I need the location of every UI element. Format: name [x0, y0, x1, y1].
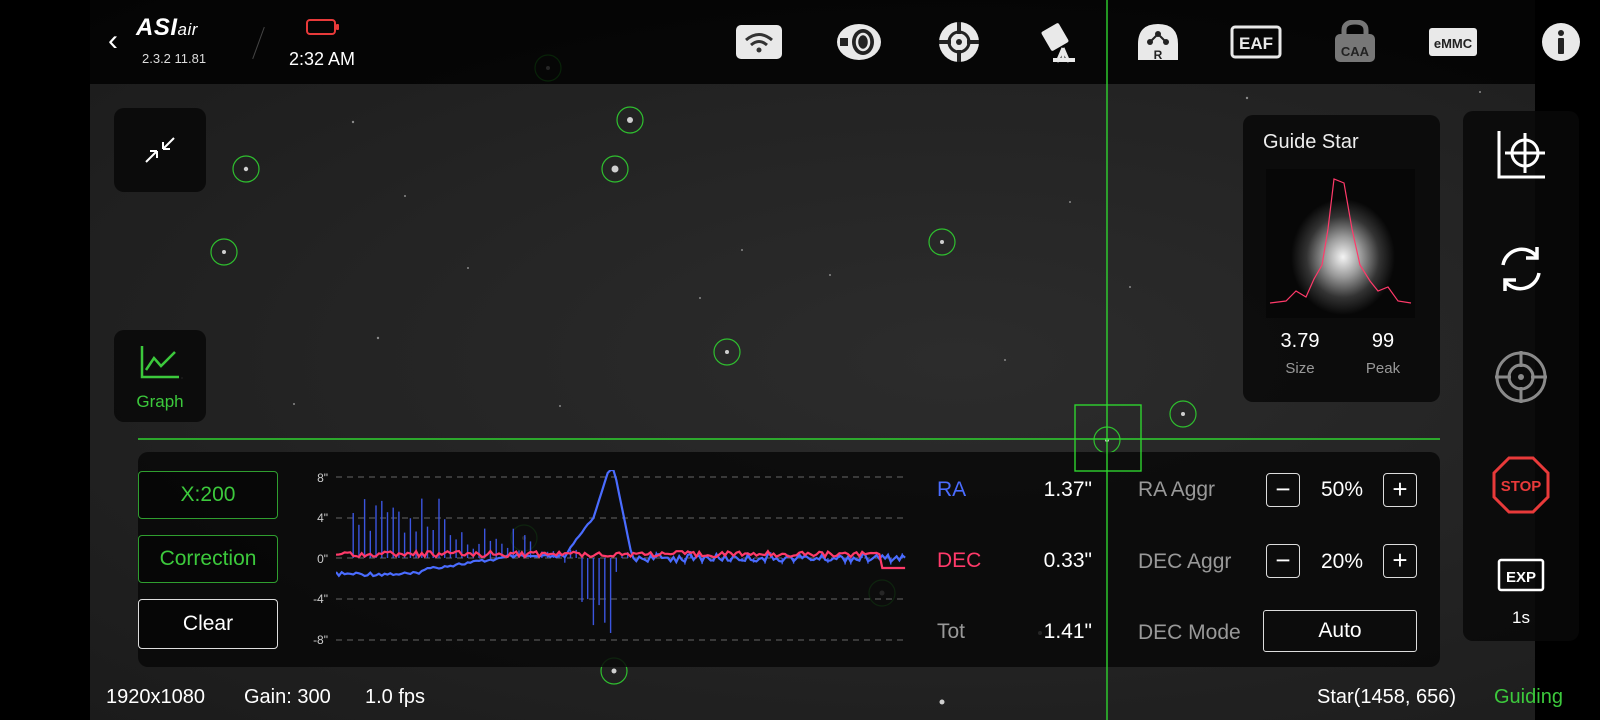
- svg-text:R: R: [1154, 48, 1163, 62]
- graph-toggle-button[interactable]: Graph: [114, 330, 206, 422]
- dec-mode-label: DEC Mode: [1138, 621, 1241, 644]
- wifi-icon[interactable]: [735, 20, 783, 64]
- ra-rms-value: 1.37": [1043, 478, 1092, 501]
- dec-aggr-decrease-button[interactable]: −: [1266, 544, 1300, 578]
- stop-button[interactable]: STOP: [1486, 450, 1556, 520]
- mount-icon[interactable]: [835, 20, 883, 64]
- r-device-icon[interactable]: R: [1134, 20, 1182, 64]
- telescope-icon[interactable]: [1038, 20, 1084, 64]
- battery-low-icon: [306, 19, 339, 35]
- guide-target-icon[interactable]: [935, 20, 983, 64]
- dec-rms-value: 0.33": [1043, 549, 1092, 572]
- collapse-arrows-icon: [145, 137, 175, 163]
- svg-text:STOP: STOP: [1501, 478, 1542, 495]
- collapse-view-button[interactable]: [114, 108, 206, 192]
- x-scale-button[interactable]: X:200: [138, 471, 278, 519]
- star-peak-value: 99: [1371, 330, 1395, 352]
- left-letterbox: [0, 0, 90, 720]
- guide-star-image: [1266, 169, 1415, 318]
- fps-readout: 1.0 fps: [365, 686, 426, 708]
- ra-aggr-increase-button[interactable]: +: [1383, 473, 1417, 507]
- exposure-button[interactable]: EXP: [1486, 552, 1556, 602]
- info-icon[interactable]: [1539, 20, 1583, 64]
- svg-text:eMMC: eMMC: [1434, 36, 1473, 51]
- guide-error-graph: [336, 470, 908, 641]
- y-tick-label: 0": [317, 552, 328, 566]
- dec-mode-select[interactable]: Auto: [1263, 610, 1417, 652]
- total-rms-value: 1.41": [1043, 620, 1092, 643]
- line-chart-icon: [140, 346, 179, 379]
- back-chevron-icon[interactable]: ‹: [108, 22, 134, 62]
- resolution-readout: 1920x1080: [106, 686, 205, 708]
- star-size-value: 3.79: [1280, 330, 1320, 352]
- y-tick-label: -4": [313, 592, 328, 606]
- app-version: 2.3.2 11.81: [142, 51, 207, 66]
- ra-aggressiveness-label: RA Aggr: [1138, 478, 1216, 501]
- y-tick-label: 8": [317, 471, 328, 485]
- top-toolbar: [90, 0, 1535, 84]
- y-tick-label: -8": [313, 633, 328, 647]
- dec-aggr-value: 20%: [1320, 550, 1364, 573]
- total-label: Tot: [937, 620, 966, 643]
- gain-readout: Gain: 300: [244, 686, 331, 708]
- guiding-status: Guiding: [1494, 686, 1563, 708]
- clock-time: 2:32 AM: [289, 49, 356, 69]
- y-tick-label: 4": [317, 511, 328, 525]
- dec-label: DEC: [937, 549, 982, 572]
- guide-crosshair-icon[interactable]: [1486, 342, 1556, 412]
- ra-correction-bars: [352, 498, 903, 633]
- dec-aggr-increase-button[interactable]: +: [1383, 544, 1417, 578]
- correction-toggle-button[interactable]: Correction: [138, 535, 278, 583]
- app-logo: ASIair: [136, 14, 198, 41]
- caa-icon[interactable]: CAA: [1331, 20, 1379, 64]
- svg-text:EAF: EAF: [1239, 34, 1273, 53]
- eaf-icon[interactable]: EAF: [1230, 20, 1282, 64]
- svg-text:CAA: CAA: [1341, 44, 1370, 59]
- ra-aggr-decrease-button[interactable]: −: [1266, 473, 1300, 507]
- dec-aggressiveness-label: DEC Aggr: [1138, 550, 1232, 573]
- graph-label: Graph: [136, 392, 184, 411]
- star-position-readout: Star(1458, 656): [1317, 686, 1456, 708]
- exposure-value: 1s: [1512, 608, 1530, 627]
- calibrate-target-icon[interactable]: [1486, 120, 1556, 190]
- clear-graph-button[interactable]: Clear: [138, 599, 278, 649]
- ra-aggr-value: 50%: [1320, 478, 1364, 501]
- loop-refresh-icon[interactable]: [1486, 234, 1556, 304]
- emmc-icon[interactable]: eMMC: [1427, 20, 1479, 64]
- svg-text:EXP: EXP: [1506, 569, 1536, 586]
- star-size-label: Size: [1285, 360, 1315, 377]
- guide-star-panel: Guide Star 3.79 Size 99 Peak: [1243, 115, 1440, 402]
- guide-star-title: Guide Star: [1263, 131, 1359, 153]
- star-peak-label: Peak: [1365, 360, 1401, 377]
- ra-label: RA: [937, 478, 967, 501]
